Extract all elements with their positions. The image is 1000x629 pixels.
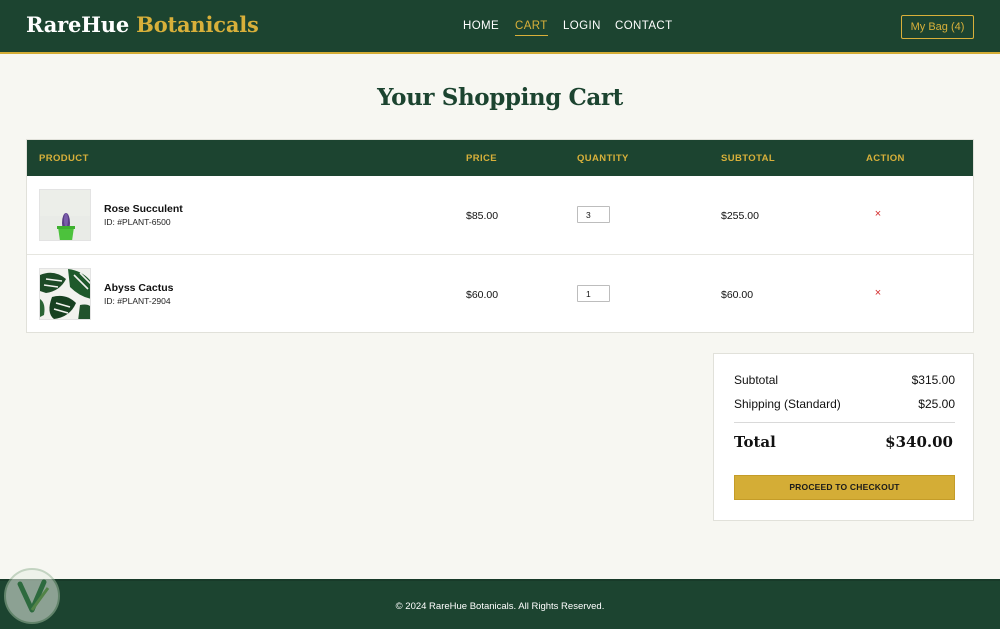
table-row: Abyss Cactus ID: #PLANT-2904 $60.00 $60.…	[27, 255, 973, 334]
product-thumbnail[interactable]	[39, 268, 91, 320]
summary-total-value: $340.00	[885, 433, 953, 451]
column-header-action: ACTION	[866, 153, 905, 164]
nav-contact-link[interactable]: CONTACT	[615, 20, 673, 35]
remove-item-icon[interactable]: ×	[873, 287, 883, 299]
table-row: Rose Succulent ID: #PLANT-6500 $85.00 $2…	[27, 176, 973, 255]
product-price: $60.00	[466, 289, 499, 301]
succulent-photo-icon	[40, 190, 90, 240]
product-id: ID: #PLANT-6500	[104, 217, 171, 227]
column-header-product: PRODUCT	[39, 153, 89, 164]
column-header-price: PRICE	[466, 153, 498, 164]
table-header: PRODUCT PRICE QUANTITY SUBTOTAL ACTION	[27, 140, 973, 176]
product-price: $85.00	[466, 210, 499, 222]
page-title: Your Shopping Cart	[377, 84, 623, 111]
product-name[interactable]: Rose Succulent	[104, 203, 183, 215]
summary-subtotal-value: $315.00	[911, 373, 955, 387]
cart-table: PRODUCT PRICE QUANTITY SUBTOTAL ACTION R…	[26, 139, 974, 333]
summary-subtotal-row: Subtotal $315.00	[734, 373, 955, 387]
site-footer: © 2024 RareHue Botanicals. All Rights Re…	[0, 579, 1000, 629]
logo-accent-text: Botanicals	[136, 12, 259, 37]
watermark-logo-icon	[4, 568, 60, 624]
monstera-leaf-photo-icon	[40, 269, 90, 319]
summary-shipping-row: Shipping (Standard) $25.00	[734, 397, 955, 411]
row-subtotal: $255.00	[721, 210, 759, 222]
order-summary: Subtotal $315.00 Shipping (Standard) $25…	[713, 353, 974, 521]
summary-total-label: Total	[734, 433, 776, 451]
logo-main-text: RareHue	[26, 12, 130, 37]
proceed-to-checkout-button[interactable]: PROCEED TO CHECKOUT	[734, 475, 955, 500]
product-name[interactable]: Abyss Cactus	[104, 282, 173, 294]
summary-divider	[734, 422, 955, 423]
summary-shipping-value: $25.00	[918, 397, 955, 411]
remove-item-icon[interactable]: ×	[873, 208, 883, 220]
site-header: RareHue Botanicals HOME CART LOGIN CONTA…	[0, 0, 1000, 54]
row-subtotal: $60.00	[721, 289, 754, 301]
copyright-text: © 2024 RareHue Botanicals. All Rights Re…	[395, 601, 605, 612]
nav-home-link[interactable]: HOME	[463, 20, 499, 35]
column-header-quantity: QUANTITY	[577, 153, 629, 164]
summary-subtotal-label: Subtotal	[734, 373, 779, 387]
summary-shipping-label: Shipping (Standard)	[734, 397, 841, 411]
column-header-subtotal: SUBTOTAL	[721, 153, 776, 164]
quantity-input[interactable]	[577, 206, 610, 223]
product-thumbnail[interactable]	[39, 189, 91, 241]
nav-login-link[interactable]: LOGIN	[563, 20, 601, 35]
my-bag-button[interactable]: My Bag (4)	[901, 15, 974, 39]
nav-cart-link[interactable]: CART	[515, 20, 548, 36]
site-logo[interactable]: RareHue Botanicals	[26, 12, 259, 37]
quantity-input[interactable]	[577, 285, 610, 302]
product-id: ID: #PLANT-2904	[104, 296, 171, 306]
